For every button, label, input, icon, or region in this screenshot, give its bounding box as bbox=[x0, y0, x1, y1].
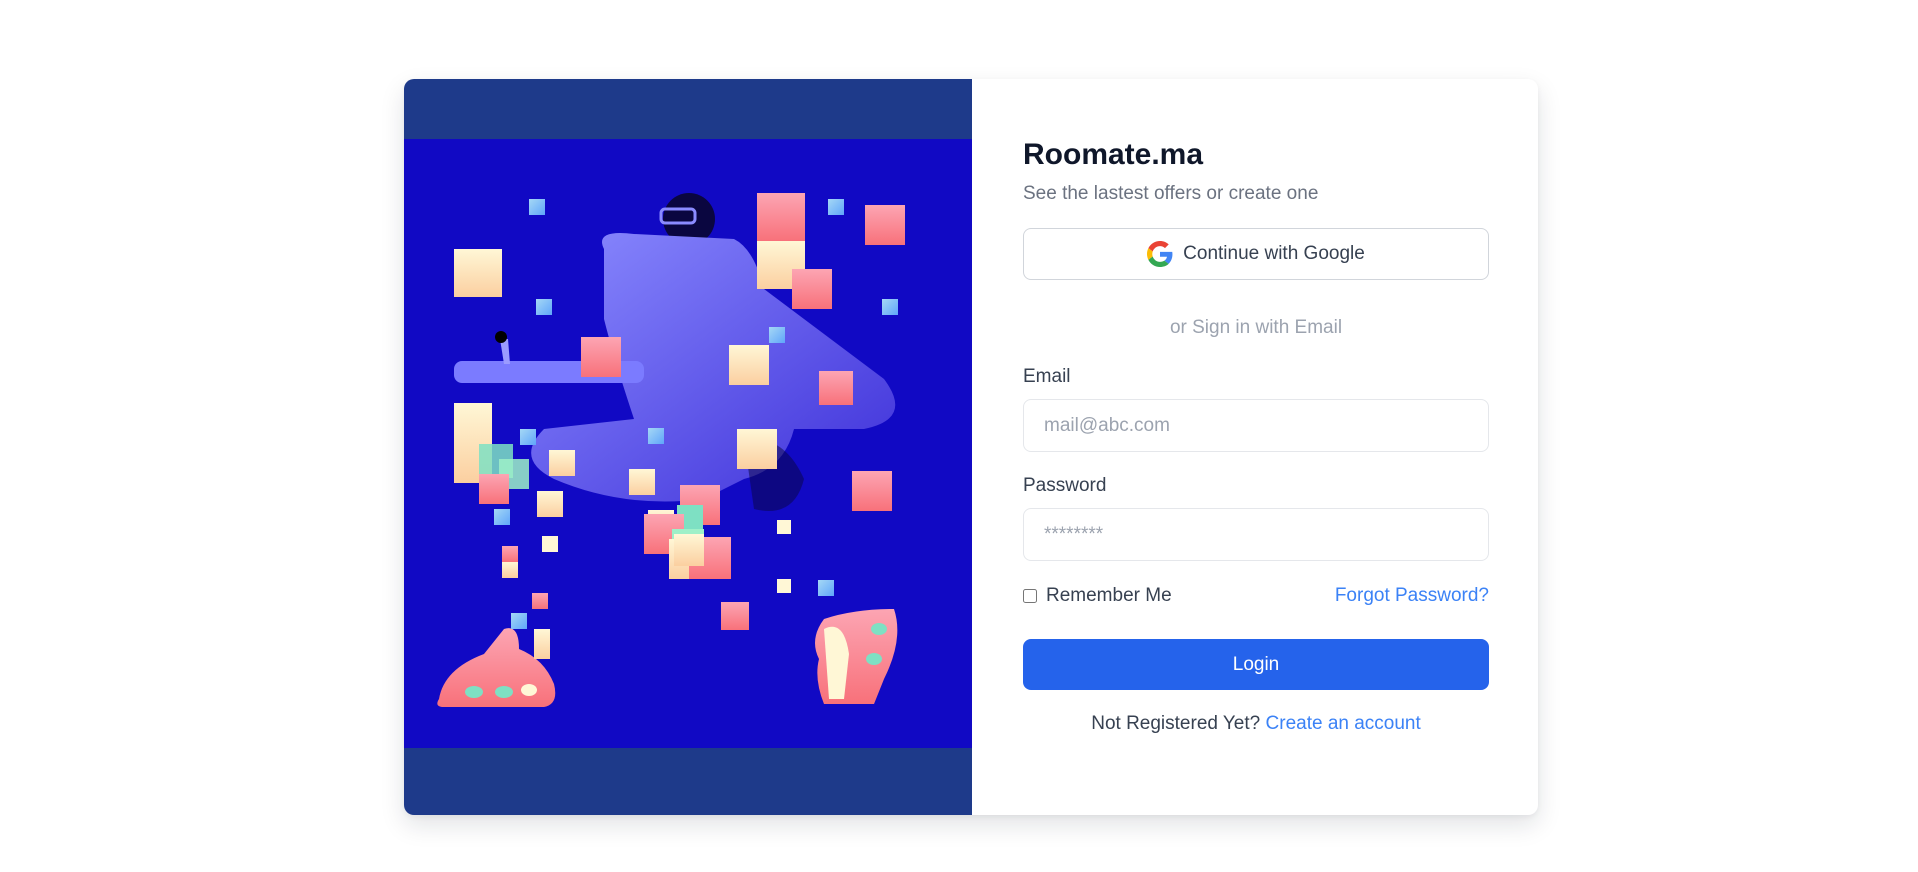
remember-me[interactable]: Remember Me bbox=[1023, 585, 1172, 607]
google-button-label: Continue with Google bbox=[1183, 243, 1365, 264]
register-prompt-text: Not Registered Yet? bbox=[1091, 713, 1266, 734]
forgot-password-link[interactable]: Forgot Password? bbox=[1335, 585, 1489, 607]
login-form-panel: Roomate.ma See the lastest offers or cre… bbox=[972, 79, 1538, 815]
hero-illustration bbox=[404, 139, 972, 748]
email-label: Email bbox=[1023, 366, 1071, 387]
sign-in-divider: or Sign in with Email bbox=[1169, 317, 1343, 338]
remember-me-checkbox[interactable] bbox=[1023, 589, 1037, 603]
illustration-panel bbox=[404, 79, 972, 815]
google-g-icon bbox=[1147, 241, 1173, 267]
email-input[interactable] bbox=[1023, 399, 1489, 452]
form-options-row: Remember Me Forgot Password? bbox=[1023, 585, 1489, 607]
login-card: Roomate.ma See the lastest offers or cre… bbox=[404, 79, 1538, 815]
continue-with-google-button[interactable]: Continue with Google bbox=[1023, 228, 1489, 280]
create-account-link[interactable]: Create an account bbox=[1266, 713, 1421, 734]
remember-me-label: Remember Me bbox=[1046, 585, 1172, 606]
app-title: Roomate.ma bbox=[1023, 138, 1204, 171]
shoe-right bbox=[815, 609, 898, 704]
register-prompt: Not Registered Yet? Create an account bbox=[1023, 713, 1489, 735]
login-button[interactable]: Login bbox=[1023, 639, 1489, 690]
password-label: Password bbox=[1023, 475, 1107, 496]
app-subtitle: See the lastest offers or create one bbox=[1023, 183, 1319, 204]
password-input[interactable] bbox=[1023, 508, 1489, 561]
